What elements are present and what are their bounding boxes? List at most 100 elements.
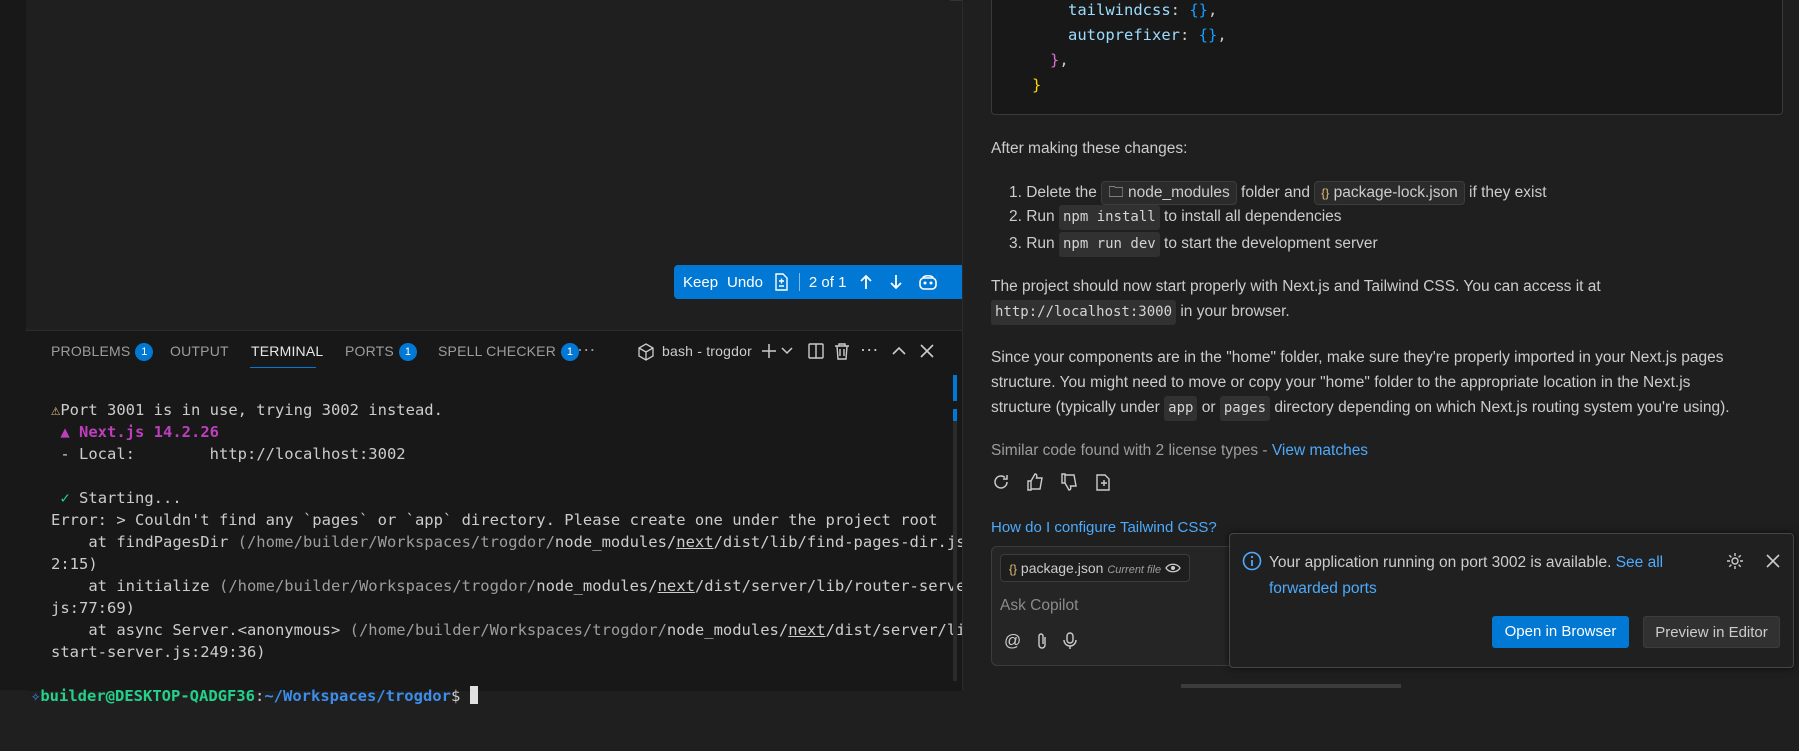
step-text: to install all dependencies: [1159, 208, 1342, 225]
tab-problems[interactable]: PROBLEMS 1: [51, 343, 154, 361]
terminal-line: ▲ Next.js 14.2.26: [51, 421, 951, 443]
terminal-scrollbar[interactable]: [953, 411, 957, 681]
check-icon: ✓: [60, 489, 70, 507]
stack-path: node_modules/: [536, 577, 658, 595]
chat-text: Since your components are in the "home" …: [991, 349, 1724, 366]
inline-code: app: [1164, 396, 1198, 421]
diff-file-icon[interactable]: [773, 273, 789, 291]
maximize-panel-icon[interactable]: [892, 346, 906, 356]
local-url[interactable]: http://localhost:3002: [210, 445, 406, 463]
stack-frame: at initialize: [51, 577, 219, 595]
inline-code[interactable]: http://localhost:3000: [991, 300, 1177, 325]
keep-button[interactable]: Keep: [683, 274, 718, 291]
terminal-line: start-server.js:249:36): [51, 641, 951, 663]
undo-button[interactable]: Undo: [727, 274, 763, 291]
stack-path: js:77:69): [51, 599, 135, 617]
tab-label: PORTS: [345, 343, 394, 359]
change-counter: 2 of 1: [808, 273, 847, 291]
view-matches-link[interactable]: View matches: [1272, 442, 1368, 459]
stack-path: node_modules/: [554, 533, 677, 551]
thumbs-up-icon[interactable]: [1025, 472, 1045, 492]
thumbs-down-icon[interactable]: [1059, 472, 1079, 492]
suggested-question[interactable]: How do I configure Tailwind CSS?: [991, 515, 1217, 540]
close-icon[interactable]: [920, 344, 934, 358]
code-block[interactable]: tailwindcss: {}, autoprefixer: {}, }, }: [991, 0, 1783, 115]
chip-label: package.json: [1020, 560, 1104, 576]
chat-scrollbar[interactable]: [1181, 684, 1401, 688]
preview-in-editor-button[interactable]: Preview in Editor: [1643, 616, 1780, 648]
insert-icon[interactable]: [1093, 472, 1113, 492]
chip-label: package-lock.json: [1333, 184, 1458, 201]
tab-label: SPELL CHECKER: [438, 343, 557, 359]
stack-frame: at async Server.<anonymous>: [51, 621, 350, 639]
code-token: }: [1050, 51, 1060, 69]
chat-input[interactable]: Ask Copilot: [1000, 597, 1078, 615]
warning-text: Port 3001 is in use, trying 3002 instead…: [60, 401, 443, 419]
eye-icon[interactable]: [1165, 562, 1181, 574]
more-actions-button[interactable]: ···: [860, 339, 879, 360]
trash-icon[interactable]: [834, 342, 850, 360]
gear-icon[interactable]: [1726, 552, 1744, 570]
bottom-panel: PROBLEMS 1 OUTPUT TERMINAL PORTS 1 SPELL C…: [26, 330, 984, 705]
microphone-icon[interactable]: [1063, 632, 1077, 650]
attached-file-chip[interactable]: {} package.json Current file: [1000, 554, 1190, 582]
step-text: 1. Delete the: [1009, 184, 1102, 201]
mention-icon[interactable]: @: [1004, 631, 1021, 651]
tab-terminal[interactable]: TERMINAL: [251, 343, 323, 359]
code-line: tailwindcss: {},: [1068, 0, 1217, 23]
terminal-prompt[interactable]: ✧builder@DESKTOP-QADGF36:~/Workspaces/tr…: [31, 685, 951, 707]
chat-text-fragment: or: [1197, 399, 1220, 416]
add-terminal-icon[interactable]: [761, 343, 777, 359]
chevron-down-icon[interactable]: [781, 347, 793, 355]
stack-path: 2:15): [51, 555, 98, 573]
file-chip[interactable]: {} package-lock.json: [1314, 181, 1465, 205]
divider: [798, 273, 800, 291]
terminal-line: - Local: http://localhost:3002: [51, 443, 951, 465]
arrow-up-icon[interactable]: [858, 273, 874, 291]
code-token: :: [1179, 26, 1199, 44]
ports-badge: 1: [398, 343, 417, 361]
forwarded-ports-link[interactable]: forwarded ports: [1269, 580, 1377, 597]
chip-label: node_modules: [1128, 184, 1230, 201]
warning-icon: ⚠: [51, 401, 61, 419]
folder-icon: 🗀: [1108, 184, 1124, 201]
tab-spell-checker[interactable]: SPELL CHECKER 1: [438, 343, 580, 361]
terminal-output[interactable]: ⚠Port 3001 is in use, trying 3002 instea…: [31, 377, 984, 751]
nextjs-version: ▲ Next.js 14.2.26: [60, 423, 219, 441]
step-item: 3. Run npm run dev to start the developm…: [1009, 231, 1378, 257]
split-terminal-icon[interactable]: [808, 343, 824, 359]
terminal-name[interactable]: bash - trogdor: [662, 343, 752, 359]
stack-link[interactable]: next: [676, 533, 713, 551]
terminal-icon: [638, 343, 654, 361]
code-token: :: [1170, 1, 1190, 19]
stack-path: (/home/builder/Workspaces/trogdor/: [349, 621, 667, 639]
see-all-ports-link[interactable]: See all: [1616, 554, 1663, 571]
step-text: to start the development server: [1159, 235, 1378, 252]
stack-link[interactable]: next: [658, 577, 695, 595]
attach-icon[interactable]: [1035, 632, 1049, 650]
open-in-browser-button[interactable]: Open in Browser: [1492, 616, 1629, 648]
copilot-icon[interactable]: [918, 273, 938, 291]
input-toolbar: @: [1004, 631, 1077, 651]
code-token: ,: [1217, 26, 1227, 44]
retry-icon[interactable]: [991, 472, 1011, 492]
code-token: autoprefixer: [1068, 26, 1180, 44]
arrow-down-icon[interactable]: [888, 273, 904, 291]
json-icon: {}: [1009, 562, 1018, 576]
stack-path: /dist/lib/find-pages-dir.js:4: [713, 533, 985, 551]
tab-ports[interactable]: PORTS 1: [345, 343, 417, 361]
cursor: [469, 686, 478, 704]
error-text: Error: > Couldn't find any `pages` or `a…: [51, 511, 938, 529]
folder-chip[interactable]: 🗀 node_modules: [1101, 181, 1237, 205]
stack-link[interactable]: next: [788, 621, 825, 639]
step-text: 2. Run: [1009, 208, 1059, 225]
tab-output[interactable]: OUTPUT: [170, 343, 229, 359]
more-tabs-button[interactable]: ···: [577, 339, 596, 360]
chat-text: After making these changes:: [991, 140, 1188, 157]
inline-code: npm run dev: [1058, 232, 1160, 257]
close-icon[interactable]: [1766, 554, 1780, 568]
scroll-indicator: [953, 375, 957, 401]
chat-text: structure (typically under app or pages …: [991, 395, 1730, 421]
